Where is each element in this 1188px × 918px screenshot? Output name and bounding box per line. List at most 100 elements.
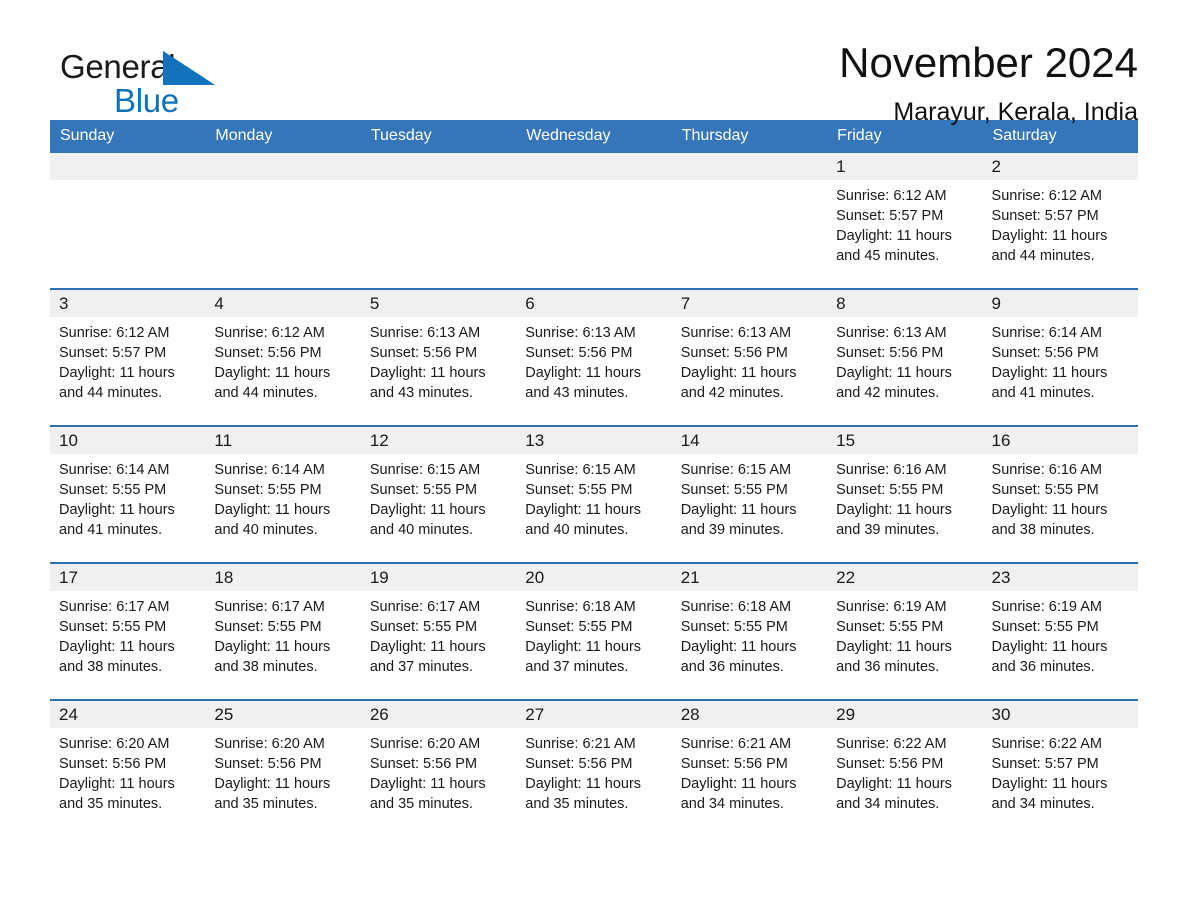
calendar-week-row: 10 Sunrise: 6:14 AM Sunset: 5:55 PM Dayligh… (50, 426, 1138, 564)
sunset-text: Sunset: 5:56 PM (59, 756, 167, 772)
day-info (672, 180, 827, 186)
calendar-week-row: 3 Sunrise: 6:12 AM Sunset: 5:57 PM Daylight… (50, 289, 1138, 427)
day-cell[interactable]: 21 Sunrise: 6:18 AM Sunset: 5:55 PM Dayligh… (671, 563, 828, 701)
day-cell[interactable]: 17 Sunrise: 6:17 AM Sunset: 5:55 PM Dayligh… (50, 563, 206, 701)
day-cell[interactable]: 7 Sunrise: 6:13 AM Sunset: 5:56 PM Daylight… (671, 289, 828, 427)
day-cell[interactable]: 11 Sunrise: 6:14 AM Sunset: 5:55 PM Dayligh… (205, 426, 361, 564)
sunset-text: Sunset: 5:56 PM (836, 345, 944, 361)
day-cell[interactable]: 25 Sunrise: 6:20 AM Sunset: 5:56 PM Dayligh… (205, 700, 361, 836)
daylight-text-line2: and 40 minutes. (369, 522, 474, 538)
day-cell[interactable]: 18 Sunrise: 6:17 AM Sunset: 5:55 PM Dayligh… (205, 563, 361, 701)
sunset-text: Sunset: 5:55 PM (214, 482, 322, 498)
day-number: 14 (671, 427, 828, 454)
day-cell[interactable]: 30 Sunrise: 6:22 AM Sunset: 5:57 PM Dayligh… (982, 700, 1138, 836)
daylight-text-line1: Daylight: 11 hours (214, 639, 331, 655)
day-cell[interactable]: 1 Sunrise: 6:12 AM Sunset: 5:57 PM Daylight… (827, 153, 983, 290)
day-cell[interactable]: 24 Sunrise: 6:20 AM Sunset: 5:56 PM Dayligh… (50, 700, 206, 836)
daylight-text-line1: Daylight: 11 hours (369, 365, 486, 381)
daylight-text-line1: Daylight: 11 hours (369, 776, 486, 792)
daylight-text-line2: and 42 minutes. (836, 385, 940, 401)
daylight-text-line1: Daylight: 11 hours (680, 639, 797, 655)
daylight-text-line1: Daylight: 11 hours (680, 365, 797, 381)
day-info: Sunrise: 6:20 AM Sunset: 5:56 PM Daylight:… (205, 728, 360, 814)
sunrise-text: Sunrise: 6:20 AM (59, 736, 170, 752)
day-cell[interactable]: 15 Sunrise: 6:16 AM Sunset: 5:55 PM Dayligh… (827, 426, 983, 564)
day-cell[interactable]: 5 Sunrise: 6:13 AM Sunset: 5:56 PM Daylight… (360, 289, 517, 427)
daylight-text-line2: and 44 minutes. (59, 385, 163, 401)
daylight-text-line1: Daylight: 11 hours (525, 502, 642, 518)
day-cell[interactable]: 14 Sunrise: 6:15 AM Sunset: 5:55 PM Dayligh… (671, 426, 828, 564)
daylight-text-line1: Daylight: 11 hours (991, 502, 1108, 518)
day-cell[interactable]: 29 Sunrise: 6:22 AM Sunset: 5:56 PM Dayligh… (827, 700, 983, 836)
day-info: Sunrise: 6:18 AM Sunset: 5:55 PM Daylight:… (672, 591, 827, 677)
day-number: 22 (827, 564, 983, 591)
day-cell[interactable]: 19 Sunrise: 6:17 AM Sunset: 5:55 PM Dayligh… (360, 563, 517, 701)
day-number: 4 (205, 290, 361, 317)
sunset-text: Sunset: 5:57 PM (59, 345, 167, 361)
sunset-text: Sunset: 5:57 PM (836, 208, 944, 224)
sunrise-text: Sunrise: 6:14 AM (991, 325, 1102, 341)
day-info (205, 180, 360, 186)
day-cell[interactable] (360, 153, 517, 290)
logo-text-general: General (60, 50, 320, 85)
generalblue-logo[interactable]: General Blue (60, 50, 320, 122)
day-info: Sunrise: 6:21 AM Sunset: 5:56 PM Daylight:… (516, 728, 671, 814)
daylight-text-line1: Daylight: 11 hours (525, 639, 642, 655)
day-cell[interactable]: 27 Sunrise: 6:21 AM Sunset: 5:56 PM Dayligh… (516, 700, 672, 836)
day-number: 13 (516, 427, 672, 454)
day-info: Sunrise: 6:17 AM Sunset: 5:55 PM Daylight:… (205, 591, 360, 677)
day-cell[interactable]: 20 Sunrise: 6:18 AM Sunset: 5:55 PM Dayligh… (516, 563, 672, 701)
day-cell[interactable]: 23 Sunrise: 6:19 AM Sunset: 5:55 PM Dayligh… (982, 563, 1138, 701)
day-cell[interactable]: 16 Sunrise: 6:16 AM Sunset: 5:55 PM Dayligh… (982, 426, 1138, 564)
day-cell[interactable]: 9 Sunrise: 6:14 AM Sunset: 5:56 PM Daylight… (982, 289, 1138, 427)
daylight-text-line1: Daylight: 11 hours (525, 365, 642, 381)
day-number: 16 (982, 427, 1138, 454)
day-cell[interactable]: 4 Sunrise: 6:12 AM Sunset: 5:56 PM Daylight… (205, 289, 361, 427)
sunrise-text: Sunrise: 6:12 AM (59, 325, 170, 341)
day-cell[interactable]: 10 Sunrise: 6:14 AM Sunset: 5:55 PM Dayligh… (50, 426, 206, 564)
day-cell[interactable] (516, 153, 672, 290)
day-cell[interactable]: 12 Sunrise: 6:15 AM Sunset: 5:55 PM Dayligh… (360, 426, 517, 564)
day-cell[interactable] (671, 153, 828, 290)
day-info: Sunrise: 6:12 AM Sunset: 5:56 PM Daylight:… (205, 317, 360, 403)
day-info: Sunrise: 6:16 AM Sunset: 5:55 PM Daylight:… (983, 454, 1138, 540)
sunset-text: Sunset: 5:56 PM (214, 756, 322, 772)
day-info: Sunrise: 6:13 AM Sunset: 5:56 PM Daylight:… (361, 317, 516, 403)
sunrise-text: Sunrise: 6:13 AM (836, 325, 947, 341)
daylight-text-line2: and 40 minutes. (214, 522, 318, 538)
sunrise-text: Sunrise: 6:22 AM (836, 736, 947, 752)
day-cell[interactable]: 8 Sunrise: 6:13 AM Sunset: 5:56 PM Daylight… (827, 289, 983, 427)
day-info: Sunrise: 6:22 AM Sunset: 5:57 PM Daylight:… (983, 728, 1138, 814)
daylight-text-line2: and 34 minutes. (991, 796, 1095, 812)
day-cell[interactable]: 28 Sunrise: 6:21 AM Sunset: 5:56 PM Dayligh… (671, 700, 828, 836)
sunset-text: Sunset: 5:55 PM (836, 482, 944, 498)
sunrise-text: Sunrise: 6:18 AM (680, 599, 792, 615)
day-number: 24 (50, 701, 206, 728)
logo-text-blue: Blue (114, 82, 179, 119)
sunset-text: Sunset: 5:55 PM (369, 619, 478, 635)
daylight-text-line2: and 35 minutes. (214, 796, 318, 812)
day-number (671, 153, 828, 180)
daylight-text-line2: and 38 minutes. (214, 659, 318, 675)
daylight-text-line1: Daylight: 11 hours (214, 776, 331, 792)
day-cell[interactable]: 6 Sunrise: 6:13 AM Sunset: 5:56 PM Daylight… (516, 289, 672, 427)
day-cell[interactable]: 13 Sunrise: 6:15 AM Sunset: 5:55 PM Dayligh… (516, 426, 672, 564)
sunset-text: Sunset: 5:55 PM (525, 619, 633, 635)
sunset-text: Sunset: 5:56 PM (525, 756, 633, 772)
day-info: Sunrise: 6:17 AM Sunset: 5:55 PM Daylight:… (361, 591, 516, 677)
day-cell[interactable]: 26 Sunrise: 6:20 AM Sunset: 5:56 PM Dayligh… (360, 700, 517, 836)
day-number: 27 (516, 701, 672, 728)
daylight-text-line1: Daylight: 11 hours (59, 365, 175, 381)
sunset-text: Sunset: 5:55 PM (836, 619, 944, 635)
day-cell[interactable]: 2 Sunrise: 6:12 AM Sunset: 5:57 PM Daylight… (982, 153, 1138, 290)
day-info: Sunrise: 6:13 AM Sunset: 5:56 PM Daylight:… (672, 317, 827, 403)
sunrise-text: Sunrise: 6:16 AM (836, 462, 947, 478)
day-cell[interactable]: 3 Sunrise: 6:12 AM Sunset: 5:57 PM Daylight… (50, 289, 206, 427)
day-cell[interactable] (205, 153, 361, 290)
day-cell[interactable]: 22 Sunrise: 6:19 AM Sunset: 5:55 PM Dayligh… (827, 563, 983, 701)
day-cell[interactable] (50, 153, 206, 290)
sunset-text: Sunset: 5:56 PM (680, 345, 788, 361)
day-number: 28 (671, 701, 828, 728)
daylight-text-line2: and 34 minutes. (680, 796, 784, 812)
daylight-text-line2: and 35 minutes. (525, 796, 629, 812)
